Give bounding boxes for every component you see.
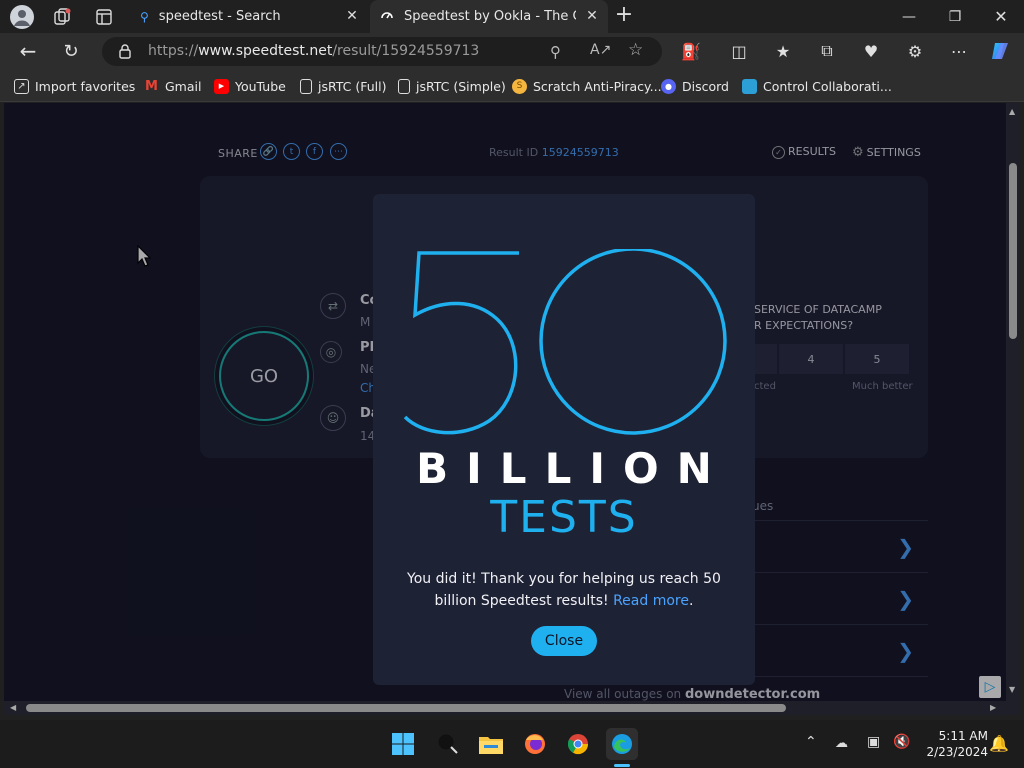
search-taskbar-icon[interactable] xyxy=(432,728,464,760)
close-button[interactable]: Close xyxy=(531,626,597,656)
notification-bell-icon[interactable]: 🔔 xyxy=(989,734,1009,753)
edge-icon[interactable] xyxy=(606,728,638,760)
tests-word: TESTS xyxy=(490,492,638,543)
browser-essentials-icon[interactable]: ♥ xyxy=(858,39,884,63)
close-tab-icon[interactable]: ✕ xyxy=(344,8,360,24)
favorite-label: jsRTC (Simple) xyxy=(416,78,506,94)
vertical-scroll-thumb[interactable] xyxy=(1009,163,1017,339)
favorite-gmail[interactable]: M Gmail xyxy=(144,76,201,96)
favorite-label: Scratch Anti-Piracy... xyxy=(533,78,662,94)
favorite-label: Discord xyxy=(682,78,729,94)
clock[interactable]: 5:11 AM 2/23/2024 xyxy=(918,728,988,760)
tab-title: Speedtest by Ookla - The Global xyxy=(404,9,576,24)
refresh-button[interactable]: ↻ xyxy=(58,39,84,63)
start-button[interactable] xyxy=(387,728,419,760)
favorite-label: YouTube xyxy=(235,78,286,94)
tab-speedtest[interactable]: Speedtest by Ookla - The Global ✕ xyxy=(370,0,608,33)
chevron-up-icon[interactable]: ⌃ xyxy=(805,734,817,750)
scratch-icon: S xyxy=(512,78,527,94)
window-frame-right xyxy=(1020,103,1024,720)
tab-search[interactable]: ⚲ speedtest - Search ✕ xyxy=(128,0,368,33)
fifty-graphic xyxy=(403,249,727,435)
tab-actions-icon[interactable] xyxy=(94,7,114,27)
tab-title: speedtest - Search xyxy=(158,9,281,24)
location-icon[interactable]: ⚲ xyxy=(550,43,561,61)
horizontal-scroll-thumb[interactable] xyxy=(26,704,786,712)
read-more-link[interactable]: Read more xyxy=(613,593,689,609)
speedtest-logo-icon xyxy=(380,8,394,26)
url-text[interactable]: https://www.speedtest.net/result/1592455… xyxy=(148,43,479,59)
close-tab-icon[interactable]: ✕ xyxy=(584,8,600,24)
tab-strip: ⚲ speedtest - Search ✕ Speedtest by Ookl… xyxy=(0,0,1024,33)
onedrive-icon[interactable]: ☁ xyxy=(835,736,848,751)
profile-avatar[interactable] xyxy=(10,5,34,29)
monitor-icon xyxy=(742,78,757,94)
favorite-jsrtc-simple[interactable]: jsRTC (Simple) xyxy=(398,76,506,96)
taskbar: ⌃ ☁ ▣ 🔇 5:11 AM 2/23/2024 🔔 xyxy=(0,720,1024,768)
more-options-icon[interactable]: ⋯ xyxy=(946,39,972,63)
billion-word: BILLION xyxy=(416,444,730,493)
network-icon[interactable]: ▣ xyxy=(867,734,880,750)
restore-button[interactable]: ❐ xyxy=(932,0,978,33)
fifty-billion-modal: 50 BILLION TESTS You did it! Thank you f… xyxy=(373,194,755,685)
read-aloud-icon[interactable]: A↗ xyxy=(590,42,611,58)
favorite-label: Gmail xyxy=(165,78,202,94)
horizontal-scrollbar[interactable]: ◀ ▶ xyxy=(4,701,1006,715)
favorites-icon[interactable]: ★ xyxy=(770,39,796,63)
favorites-bar: ↗ Import favorites M Gmail ▶ YouTube jsR… xyxy=(0,69,1024,102)
favorite-youtube[interactable]: ▶ YouTube xyxy=(214,76,286,96)
scrollbar-corner xyxy=(1006,701,1020,715)
favorite-label: jsRTC (Full) xyxy=(318,78,387,94)
new-tab-button[interactable]: + xyxy=(612,4,636,28)
search-icon: ⚲ xyxy=(140,9,149,24)
minimize-button[interactable]: — xyxy=(886,0,932,33)
page-icon xyxy=(300,78,312,94)
scroll-left-arrow[interactable]: ◀ xyxy=(10,703,16,712)
vertical-scrollbar[interactable]: ▲ ▼ xyxy=(1006,103,1020,701)
split-screen-icon[interactable]: ◫ xyxy=(726,39,752,63)
gmail-icon: M xyxy=(145,78,158,94)
favorite-control-collaboration[interactable]: Control Collaborati... xyxy=(742,76,892,96)
favorite-label: Control Collaborati... xyxy=(763,78,892,94)
scroll-up-arrow[interactable]: ▲ xyxy=(1009,107,1015,116)
volume-muted-icon[interactable]: 🔇 xyxy=(893,734,910,750)
workspaces-icon[interactable] xyxy=(52,7,72,27)
favorite-star-icon[interactable]: ☆ xyxy=(628,40,643,60)
active-app-indicator xyxy=(614,764,630,767)
favorite-label: Import favorites xyxy=(35,78,136,94)
message-line1: You did it! Thank you for helping us rea… xyxy=(407,571,721,587)
scroll-right-arrow[interactable]: ▶ xyxy=(990,703,996,712)
lock-icon[interactable] xyxy=(118,43,132,63)
clock-time: 5:11 AM xyxy=(938,729,988,743)
favorite-discord[interactable]: ● Discord xyxy=(661,76,729,96)
extensions-icon[interactable]: ⛽ xyxy=(678,39,704,63)
window-close-button[interactable]: ✕ xyxy=(978,0,1024,33)
page-icon xyxy=(398,78,410,94)
favorite-scratch[interactable]: S Scratch Anti-Piracy... xyxy=(512,76,662,96)
favorite-import[interactable]: ↗ Import favorites xyxy=(14,76,135,96)
clock-date: 2/23/2024 xyxy=(926,745,988,759)
youtube-icon: ▶ xyxy=(214,78,229,94)
file-explorer-icon[interactable] xyxy=(475,728,507,760)
navigation-bar: ← ↻ https://www.speedtest.net/result/159… xyxy=(0,33,1024,69)
back-button[interactable]: ← xyxy=(15,39,41,63)
fifty-number: 50 xyxy=(373,194,374,195)
copilot-icon[interactable] xyxy=(988,39,1014,63)
message-line2: billion Speedtest results! xyxy=(434,593,609,609)
modal-message: You did it! Thank you for helping us rea… xyxy=(407,571,721,609)
import-icon: ↗ xyxy=(14,78,29,94)
discord-icon: ● xyxy=(661,78,676,94)
firefox-icon[interactable] xyxy=(519,728,551,760)
collections-icon[interactable]: ⧉ xyxy=(814,39,840,63)
scroll-down-arrow[interactable]: ▼ xyxy=(1009,685,1015,694)
chrome-icon[interactable] xyxy=(562,728,594,760)
favorite-jsrtc-full[interactable]: jsRTC (Full) xyxy=(300,76,387,96)
address-bar[interactable]: https://www.speedtest.net/result/1592455… xyxy=(102,37,662,66)
performance-icon[interactable]: ⚙ xyxy=(902,39,928,63)
